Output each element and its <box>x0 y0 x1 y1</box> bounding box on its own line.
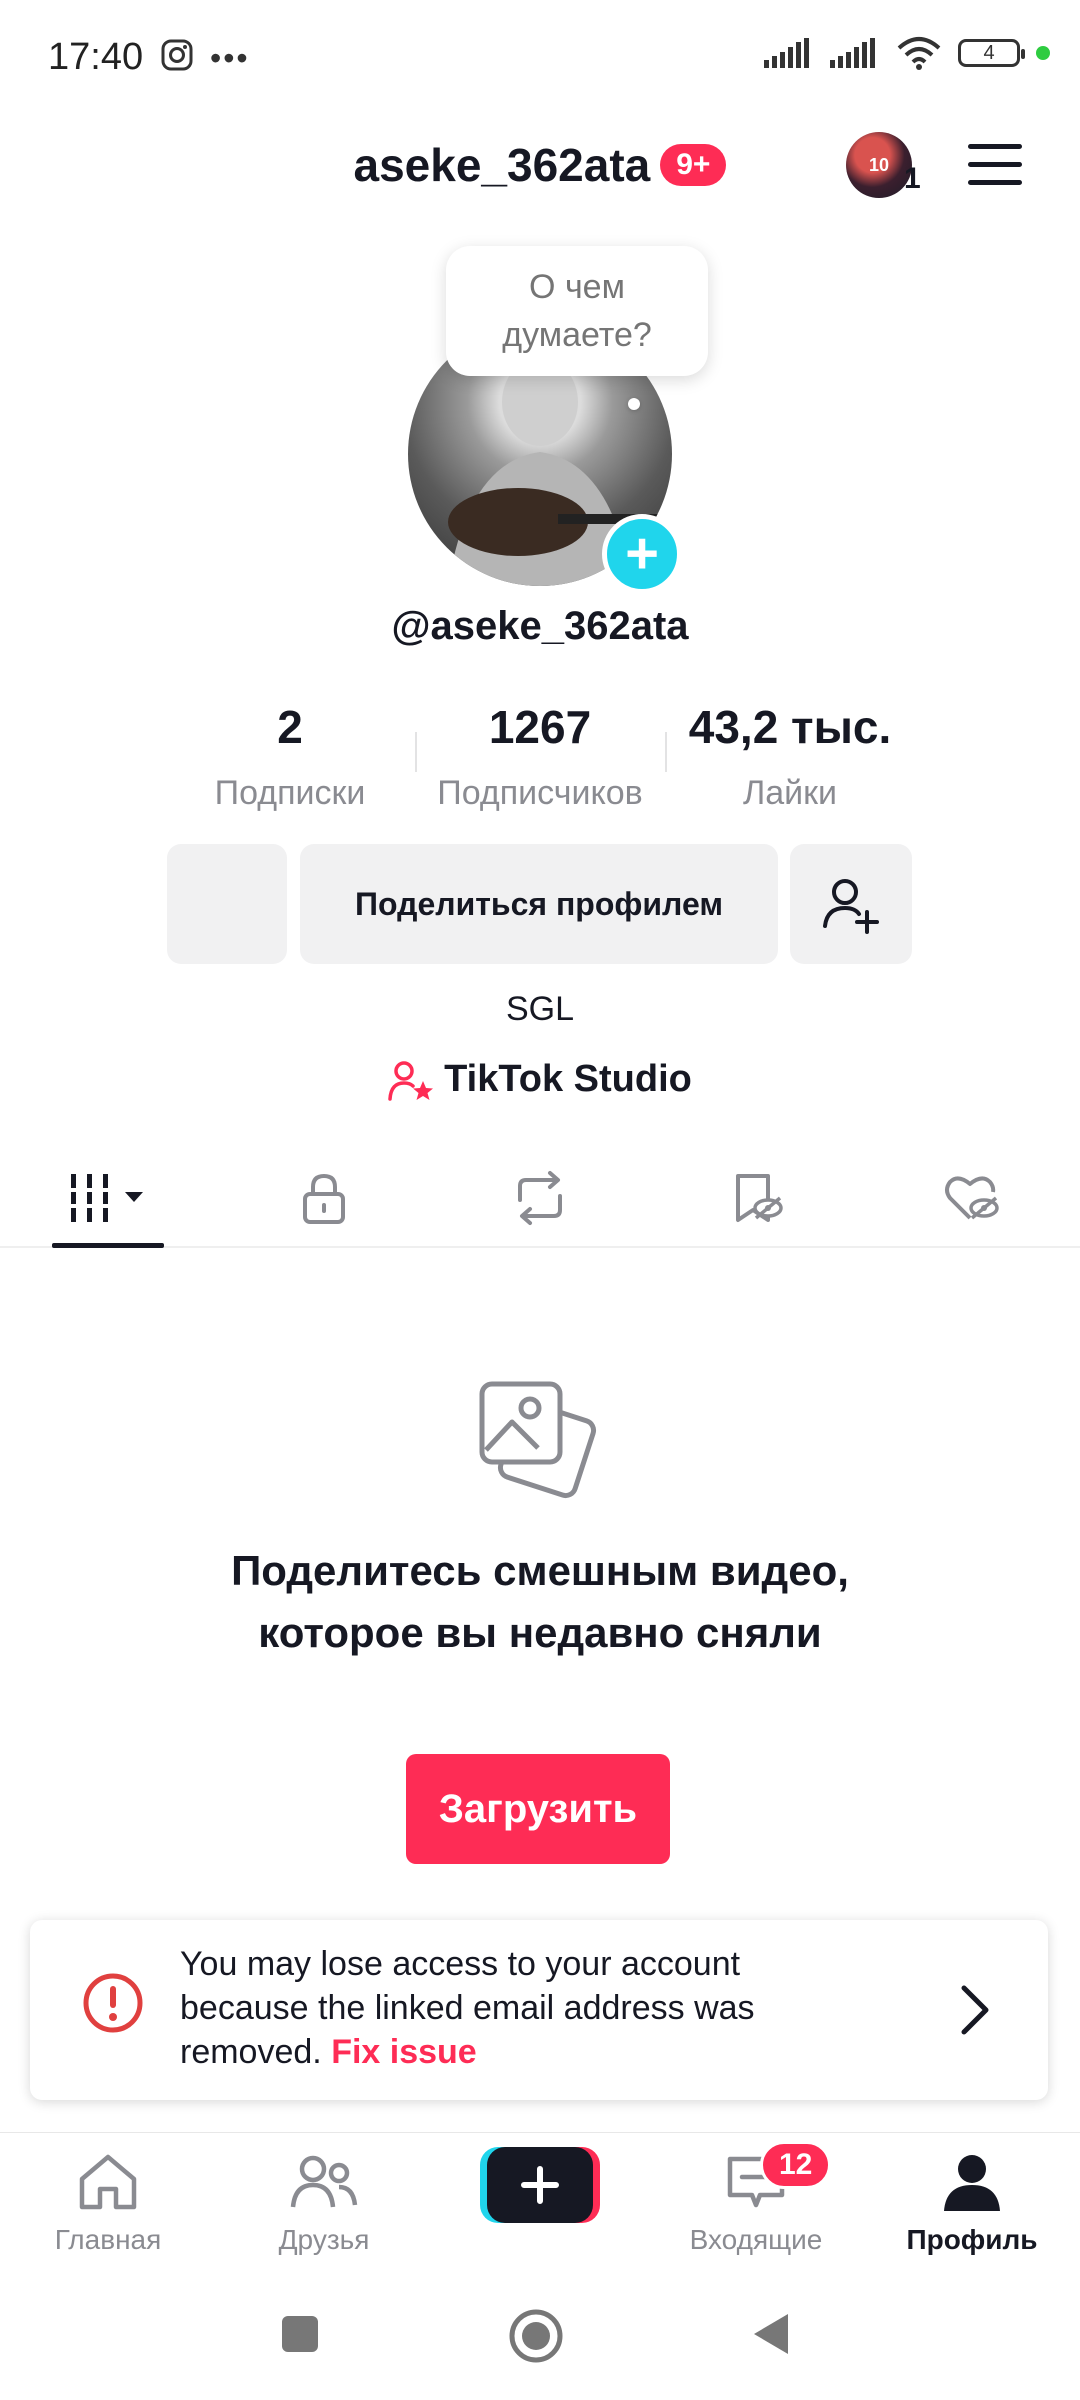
nav-friends[interactable]: Друзья <box>224 2151 424 2256</box>
status-icons: 4 <box>764 36 1050 70</box>
nav-profile-label: Профиль <box>906 2224 1038 2255</box>
nav-inbox-label: Входящие <box>689 2224 823 2255</box>
creator-star-icon <box>388 1060 434 1101</box>
bookmark-hidden-icon <box>736 1174 783 1222</box>
grid-icon <box>67 1174 143 1222</box>
signal-icon <box>764 38 809 68</box>
nav-home[interactable]: Главная <box>8 2151 208 2256</box>
tab-videos[interactable] <box>48 1150 168 1248</box>
tiktok-studio-link[interactable]: TikTok Studio <box>0 1058 1080 1101</box>
stat-likes[interactable]: 43,2 тыс. Лайки <box>665 700 915 813</box>
stat-value: 2 <box>277 701 303 753</box>
stat-value: 43,2 тыс. <box>688 701 892 753</box>
nav-friends-label: Друзья <box>278 2224 370 2255</box>
create-button-face <box>487 2147 593 2223</box>
stat-divider <box>665 732 667 772</box>
account-alert-card[interactable]: You may lose access to your account beca… <box>30 1920 1048 2100</box>
notification-badge: 9+ <box>660 144 727 186</box>
chevron-right-icon[interactable] <box>954 1980 994 2045</box>
upload-button[interactable]: Загрузить <box>406 1754 670 1864</box>
account-switcher-avatar[interactable]: 10 <box>846 132 912 198</box>
thought-bubble[interactable]: О чем думаете? <box>446 246 708 376</box>
nav-profile[interactable]: Профиль <box>872 2151 1072 2256</box>
stat-following[interactable]: 2 Подписки <box>165 700 415 813</box>
profile-icon <box>944 2155 1000 2211</box>
stat-label: Подписчиков <box>437 774 643 812</box>
battery-icon: 4 <box>958 39 1025 67</box>
tab-favorites[interactable] <box>696 1150 816 1246</box>
stat-divider <box>415 732 417 772</box>
heart-hidden-icon <box>945 1176 999 1220</box>
edit-profile-button[interactable] <box>167 844 287 964</box>
photos-placeholder-icon <box>478 1380 602 1509</box>
signal-2-icon <box>830 38 875 68</box>
tab-liked[interactable] <box>912 1150 1032 1246</box>
circle-icon <box>509 2309 563 2363</box>
status-time: 17:40 <box>48 36 144 78</box>
create-button[interactable] <box>480 2147 600 2223</box>
header-username[interactable]: aseke_362ata <box>354 138 651 192</box>
stat-followers[interactable]: 1267 Подписчиков <box>415 700 665 813</box>
plus-icon <box>521 2166 559 2204</box>
tab-reposts[interactable] <box>480 1150 600 1246</box>
bottom-nav: Главная Друзья Входящие 12 Профиль <box>0 2132 1080 2273</box>
warning-icon <box>82 1972 144 2039</box>
nav-home-label: Главная <box>54 2224 162 2255</box>
add-friends-button[interactable] <box>790 844 912 964</box>
more-notifications-icon: ••• <box>210 40 250 76</box>
tab-private[interactable] <box>264 1150 384 1246</box>
thought-bubble-tail <box>628 398 640 410</box>
fix-issue-link[interactable]: Fix issue <box>331 2033 477 2071</box>
inbox-badge: 12 <box>760 2141 832 2189</box>
profile-tabs <box>0 1150 1080 1248</box>
alert-message: You may lose access to your account beca… <box>180 1942 840 2074</box>
add-story-button[interactable]: + <box>602 514 682 594</box>
stat-label: Лайки <box>742 774 838 812</box>
home-system-button[interactable] <box>508 2308 564 2369</box>
profile-handle: @aseke_362ata <box>391 604 689 648</box>
add-user-icon <box>823 879 879 934</box>
friends-icon <box>290 2155 358 2208</box>
repost-icon <box>518 1171 562 1225</box>
system-nav-bar <box>0 2272 1080 2400</box>
share-profile-button[interactable]: Поделиться профилем <box>300 844 778 964</box>
account-switcher-count: 1 <box>904 162 921 195</box>
square-icon <box>282 2316 318 2352</box>
lock-icon <box>303 1173 345 1224</box>
back-system-button[interactable] <box>750 2310 792 2363</box>
home-icon <box>79 2154 137 2210</box>
menu-icon[interactable] <box>968 144 1022 186</box>
profile-bio: SGL <box>505 990 575 1028</box>
instagram-icon <box>160 38 194 77</box>
recents-button[interactable] <box>280 2314 320 2359</box>
profile-stats: 2 Подписки 1267 Подписчиков 43,2 тыс. Ла… <box>165 700 915 813</box>
stat-label: Подписки <box>214 774 366 812</box>
stat-value: 1267 <box>488 701 592 753</box>
back-triangle-icon <box>754 2314 788 2354</box>
wifi-icon <box>897 37 941 70</box>
tiktok-studio-label: TikTok Studio <box>444 1058 692 1100</box>
empty-state-title: Поделитесь смешным видео, которое вы нед… <box>231 1547 849 1656</box>
privacy-indicator <box>1036 46 1050 60</box>
